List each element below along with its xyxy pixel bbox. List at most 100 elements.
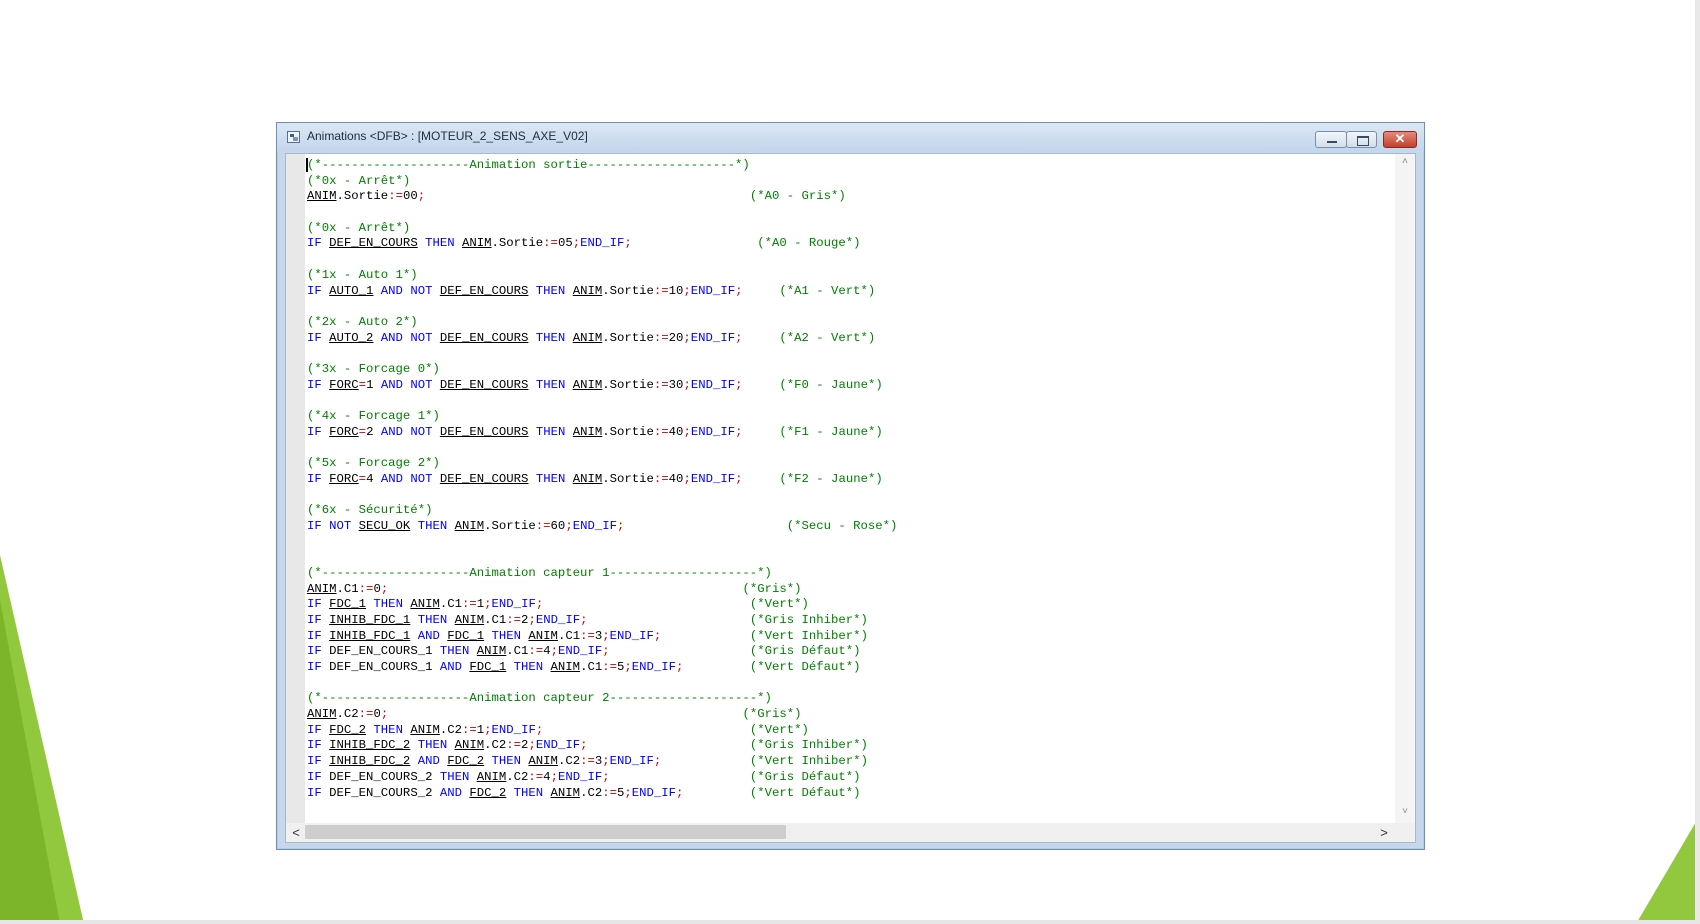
variable-token: ANIM bbox=[307, 707, 337, 722]
code-line[interactable]: IF DEF_EN_COURS_2 THEN ANIM.C2:=4;END_IF… bbox=[307, 770, 1387, 786]
comment-token: (*Vert*) bbox=[749, 597, 809, 612]
chevron-down-icon[interactable]: ˅ bbox=[1395, 806, 1415, 817]
variable-token: DEF_EN_COURS bbox=[439, 330, 529, 345]
keyword-token: THEN bbox=[410, 738, 455, 753]
operator-token: ; bbox=[735, 471, 743, 486]
vertical-scrollbar[interactable]: ˄ ˅ bbox=[1395, 154, 1415, 823]
code-line[interactable] bbox=[307, 346, 1387, 362]
keyword-token: IF bbox=[307, 597, 330, 612]
code-line[interactable]: IF INHIB_FDC_1 AND FDC_1 THEN ANIM.C1:=3… bbox=[307, 629, 1387, 645]
code-line[interactable]: (*4x - Forcage 1*) bbox=[307, 409, 1387, 425]
code-line[interactable]: IF NOT SECU_OK THEN ANIM.Sortie:=60;END_… bbox=[307, 519, 1387, 535]
comment-token: (*Vert Inhiber*) bbox=[749, 628, 868, 643]
code-line[interactable]: ANIM.Sortie:=00; (*A0 - Gris*) bbox=[307, 189, 1387, 205]
operator-token: ; bbox=[602, 754, 610, 769]
minimize-icon bbox=[1327, 141, 1337, 143]
operator-token: ; bbox=[735, 424, 743, 439]
code-line[interactable]: IF FORC=4 AND NOT DEF_EN_COURS THEN ANIM… bbox=[307, 472, 1387, 488]
code-line[interactable]: IF DEF_EN_COURS_1 AND FDC_1 THEN ANIM.C1… bbox=[307, 660, 1387, 676]
keyword-token: IF bbox=[307, 471, 330, 486]
operator-token: := bbox=[528, 644, 544, 659]
code-line[interactable]: IF AUTO_1 AND NOT DEF_EN_COURS THEN ANIM… bbox=[307, 284, 1387, 300]
title-bar[interactable]: Animations <DFB> : [MOTEUR_2_SENS_AXE_V0… bbox=[277, 123, 1424, 151]
operator-token: := bbox=[535, 518, 551, 533]
keyword-token: AND NOT bbox=[373, 424, 440, 439]
variable-token: FDC_2 bbox=[447, 754, 485, 769]
code-line[interactable]: (*3x - Forcage 0*) bbox=[307, 362, 1387, 378]
comment-token: (*Vert Défaut*) bbox=[749, 660, 861, 674]
operator-token: := bbox=[653, 471, 669, 486]
text-token: .C2 bbox=[557, 754, 581, 769]
code-line[interactable]: IF INHIB_FDC_1 THEN ANIM.C1:=2;END_IF; (… bbox=[307, 613, 1387, 629]
variable-token: SECU_OK bbox=[358, 518, 411, 533]
code-line[interactable] bbox=[307, 550, 1387, 566]
code-line[interactable]: IF DEF_EN_COURS_1 THEN ANIM.C1:=4;END_IF… bbox=[307, 644, 1387, 660]
code-line[interactable]: (*--------------------Animation sortie--… bbox=[307, 158, 1387, 174]
resize-grip-icon[interactable] bbox=[1395, 823, 1415, 842]
code-line[interactable]: IF INHIB_FDC_2 AND FDC_2 THEN ANIM.C2:=3… bbox=[307, 754, 1387, 770]
code-line[interactable]: (*6x - Sécurité*) bbox=[307, 503, 1387, 519]
code-line[interactable] bbox=[307, 205, 1387, 221]
code-line[interactable]: IF DEF_EN_COURS THEN ANIM.Sortie:=05;END… bbox=[307, 236, 1387, 252]
code-line[interactable]: IF FORC=1 AND NOT DEF_EN_COURS THEN ANIM… bbox=[307, 378, 1387, 394]
app-window-icon[interactable] bbox=[287, 131, 300, 143]
code-line[interactable]: IF INHIB_FDC_2 THEN ANIM.C2:=2;END_IF; (… bbox=[307, 738, 1387, 754]
code-line[interactable] bbox=[307, 252, 1387, 268]
comment-token: (*Gris Inhiber*) bbox=[749, 612, 868, 627]
chevron-right-icon[interactable]: > bbox=[1376, 825, 1392, 840]
chevron-left-icon[interactable]: < bbox=[288, 825, 304, 840]
code-line[interactable]: ANIM.C1:=0; (*Gris*) bbox=[307, 582, 1387, 598]
keyword-token: END_IF bbox=[572, 518, 617, 533]
operator-token: := bbox=[462, 597, 477, 612]
keyword-token: END_IF bbox=[690, 283, 736, 298]
code-line[interactable]: (*--------------------Animation capteur … bbox=[307, 566, 1387, 582]
keyword-token: IF bbox=[307, 722, 330, 737]
code-line[interactable]: IF AUTO_2 AND NOT DEF_EN_COURS THEN ANIM… bbox=[307, 331, 1387, 347]
code-line[interactable]: IF FDC_1 THEN ANIM.C1:=1;END_IF; (*Vert*… bbox=[307, 597, 1387, 613]
code-line[interactable] bbox=[307, 299, 1387, 315]
code-line[interactable]: (*0x - Arrêt*) bbox=[307, 174, 1387, 190]
code-line[interactable] bbox=[307, 440, 1387, 456]
comment-token: (*F0 - Jaune*) bbox=[779, 377, 883, 392]
code-line[interactable] bbox=[307, 676, 1387, 692]
keyword-token: END_IF bbox=[535, 738, 581, 753]
keyword-token: END_IF bbox=[491, 722, 536, 737]
code-line[interactable]: (*--------------------Animation capteur … bbox=[307, 691, 1387, 707]
horizontal-scroll-thumb[interactable] bbox=[305, 825, 786, 839]
code-line[interactable]: IF FDC_2 THEN ANIM.C2:=1;END_IF; (*Vert*… bbox=[307, 723, 1387, 739]
code-line[interactable]: ANIM.C2:=0; (*Gris*) bbox=[307, 707, 1387, 723]
variable-token: ANIM bbox=[410, 597, 440, 612]
code-line[interactable]: IF FORC=2 AND NOT DEF_EN_COURS THEN ANIM… bbox=[307, 425, 1387, 441]
code-text[interactable]: (*--------------------Animation sortie--… bbox=[307, 158, 1387, 818]
number-token: 05 bbox=[557, 236, 573, 251]
horizontal-scrollbar[interactable]: < > bbox=[286, 823, 1395, 842]
keyword-token: THEN bbox=[484, 628, 529, 643]
keyword-token: END_IF bbox=[491, 597, 536, 612]
green-triangle-right bbox=[1636, 815, 1700, 924]
code-line[interactable]: IF DEF_EN_COURS_2 AND FDC_2 THEN ANIM.C2… bbox=[307, 786, 1387, 802]
minimize-button[interactable] bbox=[1315, 131, 1347, 148]
code-line[interactable] bbox=[307, 393, 1387, 409]
code-line[interactable]: (*0x - Arrêt*) bbox=[307, 221, 1387, 237]
keyword-token: THEN bbox=[366, 722, 411, 737]
operator-token: ; bbox=[683, 377, 691, 392]
close-button[interactable]: ✕ bbox=[1383, 131, 1417, 148]
chevron-up-icon[interactable]: ˄ bbox=[1395, 156, 1415, 167]
code-line[interactable]: (*5x - Forcage 2*) bbox=[307, 456, 1387, 472]
operator-token: := bbox=[528, 769, 544, 784]
keyword-token: IF bbox=[307, 612, 330, 627]
code-line[interactable]: (*1x - Auto 1*) bbox=[307, 268, 1387, 284]
code-line[interactable] bbox=[307, 535, 1387, 551]
number-token: 40 bbox=[668, 424, 684, 439]
keyword-token: THEN bbox=[528, 283, 573, 298]
maximize-button[interactable] bbox=[1346, 131, 1377, 148]
slide-right-edge bbox=[1695, 0, 1700, 924]
variable-token: INHIB_FDC_1 bbox=[329, 628, 411, 643]
code-editor-area[interactable]: (*--------------------Animation sortie--… bbox=[285, 153, 1416, 843]
code-line[interactable]: (*2x - Auto 2*) bbox=[307, 315, 1387, 331]
code-line[interactable] bbox=[307, 487, 1387, 503]
